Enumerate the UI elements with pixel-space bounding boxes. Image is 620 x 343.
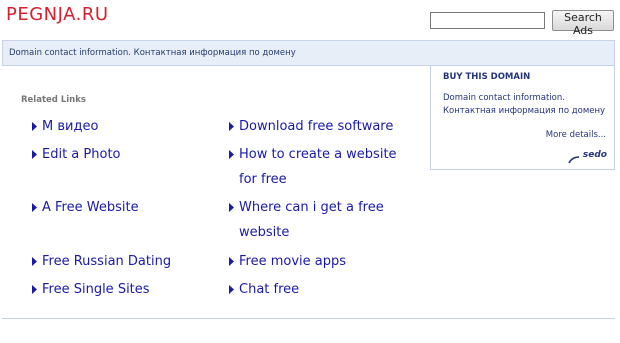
buy-domain-heading[interactable]: BUY THIS DOMAIN [443,72,530,82]
related-link[interactable]: Chat free [228,277,418,302]
arrow-right-icon [31,122,38,131]
info-bar: Domain contact information. Контактная и… [2,40,615,66]
search-input[interactable] [430,12,545,29]
related-link[interactable]: Free Single Sites [31,277,221,302]
related-link-label: Free movie apps [239,254,347,269]
related-link-label: Free Russian Dating [42,254,172,269]
related-links-heading: Related Links [21,95,86,105]
related-link-label: A Free Website [42,200,139,215]
arrow-right-icon [228,150,235,159]
site-title[interactable]: PEGNJA.RU [6,4,109,25]
related-link[interactable]: How to create a website for free [228,142,410,192]
related-link-label: Chat free [239,282,300,297]
related-link-label: How to create a website for free [239,147,397,187]
sedo-logo[interactable]: sedo [583,150,607,160]
arrow-right-icon [31,285,38,294]
footer-divider [2,318,615,319]
related-link[interactable]: Free Russian Dating [31,249,221,274]
arrow-right-icon [31,257,38,266]
buy-domain-panel: BUY THIS DOMAIN Domain contact informati… [430,66,615,170]
search-form: Search Ads [430,10,614,37]
related-link[interactable]: Edit a Photo [31,142,221,167]
search-button[interactable]: Search Ads [552,10,614,37]
related-link[interactable]: A Free Website [31,195,221,220]
buy-domain-description[interactable]: Domain contact information. Контактная и… [443,92,613,118]
arrow-right-icon [228,257,235,266]
more-details-link[interactable]: More details... [546,130,606,140]
related-link-label: Download free software [239,119,394,134]
arrow-right-icon [31,203,38,212]
arrow-right-icon [228,285,235,294]
related-link[interactable]: Where can i get a free website [228,195,388,245]
related-link[interactable]: М видео [31,114,221,139]
related-link-label: М видео [42,119,99,134]
arrow-right-icon [31,150,38,159]
sedo-swoosh-icon [568,156,580,164]
arrow-right-icon [228,122,235,131]
related-link-label: Edit a Photo [42,147,121,162]
related-link[interactable]: Free movie apps [228,249,418,274]
related-link[interactable]: Download free software [228,114,418,139]
related-link-label: Free Single Sites [42,282,150,297]
info-bar-text[interactable]: Domain contact information. Контактная и… [9,48,296,58]
related-link-label: Where can i get a free website [239,200,384,240]
arrow-right-icon [228,203,235,212]
